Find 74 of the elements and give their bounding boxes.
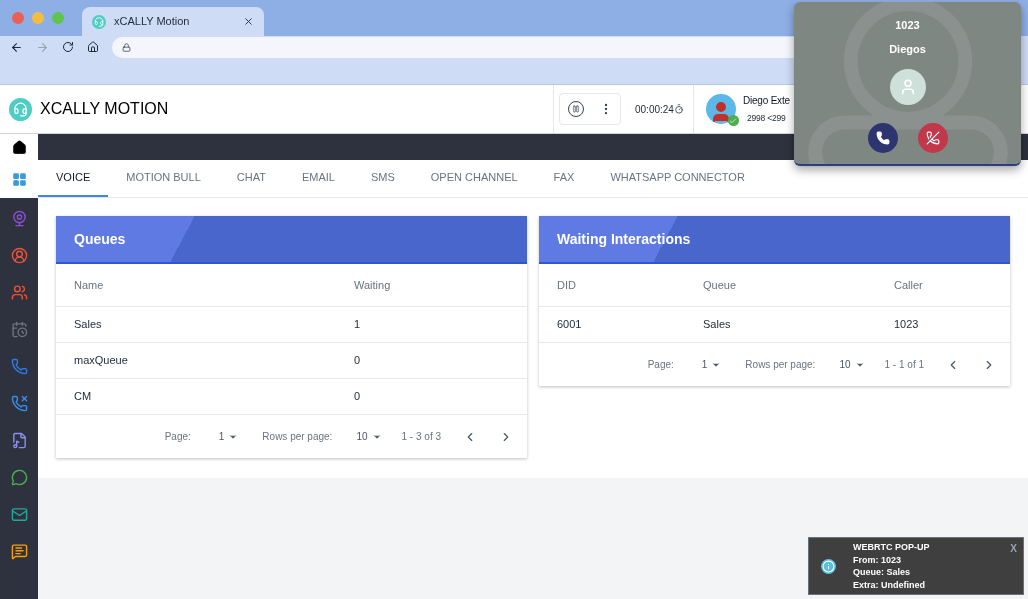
tab-title: xCALLY Motion bbox=[114, 14, 191, 30]
page-select[interactable]: 1 bbox=[701, 357, 722, 372]
toast-line: Extra: Undefined bbox=[853, 578, 926, 591]
table-cell-text: 0 bbox=[354, 389, 362, 405]
channel-tab[interactable]: FAX bbox=[535, 160, 593, 197]
people-icon[interactable] bbox=[10, 284, 28, 301]
hang-up-icon bbox=[925, 131, 940, 145]
page-range: 1 - 1 of 1 bbox=[884, 358, 924, 372]
browser-tab[interactable]: xCALLY Motion bbox=[82, 7, 264, 36]
page-select[interactable]: 1 bbox=[218, 429, 239, 444]
reload-icon[interactable] bbox=[62, 41, 74, 53]
back-icon[interactable] bbox=[10, 40, 23, 54]
user-avatar[interactable] bbox=[705, 94, 736, 124]
page-range: 1 - 3 of 3 bbox=[401, 430, 441, 444]
table-cell-text: CM bbox=[74, 389, 93, 405]
column-header: Caller bbox=[894, 277, 924, 293]
hang-up-button[interactable] bbox=[917, 123, 948, 153]
app-logo-icon bbox=[9, 97, 32, 121]
pause-icon bbox=[571, 105, 580, 113]
site-logo-icon bbox=[92, 14, 106, 29]
info-icon bbox=[821, 558, 836, 574]
close-icon[interactable] bbox=[243, 16, 254, 27]
page-label: Page: bbox=[647, 358, 674, 372]
message-icon[interactable] bbox=[10, 543, 28, 560]
table-cell-text: 0 bbox=[354, 353, 362, 369]
channel-tab[interactable]: MOTION BULL bbox=[108, 160, 219, 197]
home-icon[interactable] bbox=[87, 41, 99, 53]
channel-tab[interactable]: OPEN CHANNEL bbox=[412, 160, 536, 197]
column-header: Name bbox=[74, 277, 105, 293]
missed-call-icon[interactable] bbox=[10, 395, 28, 412]
table-cell-text: Sales bbox=[703, 317, 732, 333]
call-timer: 00:00:24 bbox=[635, 102, 674, 117]
phone-icon bbox=[875, 131, 890, 145]
caller-name: Diegos bbox=[889, 41, 926, 57]
close-toast-button[interactable]: X bbox=[1010, 541, 1017, 556]
person-icon[interactable] bbox=[10, 247, 28, 264]
rows-per-page-select[interactable]: 10 bbox=[356, 429, 382, 444]
channel-tab[interactable]: SMS bbox=[352, 160, 413, 197]
mail-icon[interactable] bbox=[10, 506, 28, 523]
table-cell-text: Sales bbox=[74, 317, 103, 333]
column-header: Queue bbox=[703, 277, 738, 293]
rows-per-page-label: Rows per page: bbox=[262, 430, 333, 444]
caller-number: 1023 bbox=[895, 18, 920, 33]
channel-tab[interactable]: CHAT bbox=[218, 160, 284, 197]
music-file-icon[interactable] bbox=[10, 432, 28, 449]
column-header: DID bbox=[557, 277, 577, 293]
page-label: Page: bbox=[164, 430, 191, 444]
column-header: Waiting bbox=[354, 277, 392, 293]
rows-per-page-label: Rows per page: bbox=[745, 358, 816, 372]
chat-bubble-icon[interactable] bbox=[10, 469, 28, 486]
home-icon[interactable] bbox=[11, 139, 27, 155]
rows-per-page-select[interactable]: 10 bbox=[839, 357, 865, 372]
toast-line: Queue: Sales bbox=[853, 566, 912, 579]
channel-tab[interactable]: EMAIL bbox=[283, 160, 353, 197]
app-title: XCALLY MOTION bbox=[40, 99, 169, 119]
answer-call-button[interactable] bbox=[867, 123, 898, 153]
lock-icon bbox=[122, 42, 131, 52]
webcam-icon[interactable] bbox=[10, 210, 28, 227]
user-extension: 2998 <299 bbox=[745, 112, 787, 125]
caller-avatar-icon bbox=[889, 69, 926, 105]
table-cell-text: 1 bbox=[354, 317, 362, 333]
table-cell-text: 6001 bbox=[557, 317, 583, 333]
user-name: Diego Exte bbox=[742, 94, 790, 109]
card-title: Queues bbox=[74, 229, 126, 249]
toast-title: WEBRTC POP-UP bbox=[853, 541, 930, 554]
phone-icon[interactable] bbox=[10, 358, 28, 375]
timer-icon bbox=[673, 104, 684, 114]
table-cell-text: maxQueue bbox=[74, 353, 129, 369]
toast-line: From: 1023 bbox=[853, 553, 903, 566]
calendar-clock-icon[interactable] bbox=[10, 321, 28, 338]
dashboard-icon[interactable] bbox=[11, 171, 27, 187]
channel-tab[interactable]: WHATSAPP CONNECTOR bbox=[592, 160, 763, 197]
card-title: Waiting Interactions bbox=[557, 229, 691, 249]
table-cell-text: 1023 bbox=[894, 317, 920, 333]
